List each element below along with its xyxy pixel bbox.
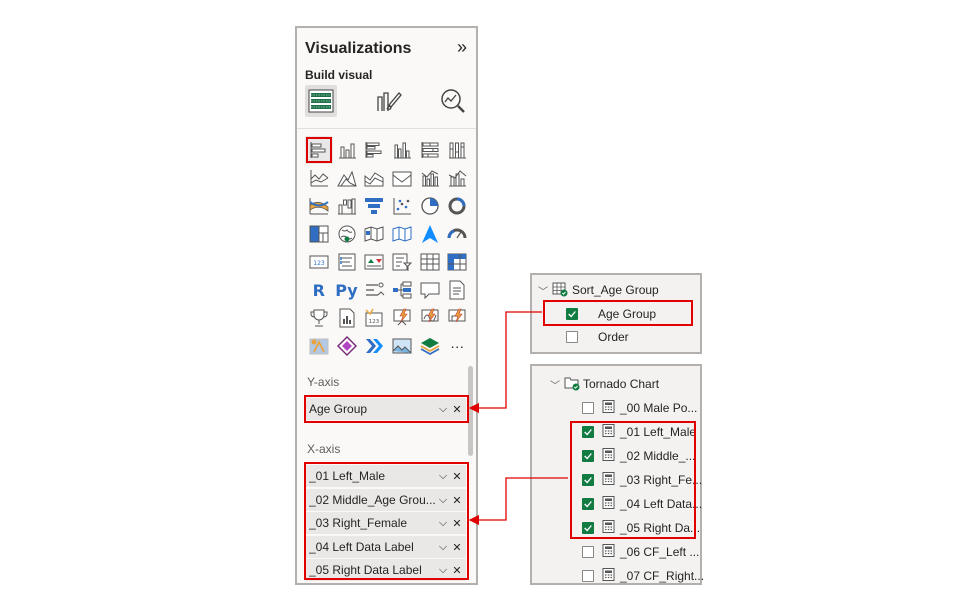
selected-measures-highlight-box (570, 421, 696, 539)
tab-format-visual[interactable] (372, 85, 404, 117)
tab-build-visual[interactable] (305, 85, 337, 117)
power-automate-visual-3[interactable] (443, 304, 471, 332)
custom-card-visual[interactable]: 123 (360, 304, 388, 332)
100-percent-column-chart-visual[interactable] (443, 136, 471, 164)
svg-text:123: 123 (369, 319, 380, 325)
ribbon-area-chart-visual[interactable] (388, 164, 416, 192)
age-group-highlight-box (543, 300, 693, 326)
y-axis-well-header: Y-axis (307, 375, 340, 389)
stacked-column-chart-visual[interactable] (333, 136, 361, 164)
y-axis-highlight-box (304, 395, 469, 423)
table-header-tornado-chart[interactable]: ﹀ Tornado Chart (548, 373, 659, 395)
power-apps-diamond-visual[interactable] (333, 332, 361, 360)
format-paintbrush-icon (377, 92, 402, 111)
field-row[interactable]: _07 CF_Right... (582, 565, 704, 587)
tornado-chart-table-panel: ﹀ Tornado Chart _00 Male Po... _01 Left_… (530, 364, 704, 587)
donut-chart-visual[interactable] (443, 192, 471, 220)
multi-row-card-visual[interactable] (333, 248, 361, 276)
kpi-visual[interactable] (360, 248, 388, 276)
calculator-icon (602, 400, 615, 416)
card-visual[interactable]: 123 (305, 248, 333, 276)
100-percent-bar-chart-visual[interactable] (416, 136, 444, 164)
more-visuals-button[interactable]: ··· (443, 332, 471, 360)
table-header-sort-age-group[interactable]: ﹀ Sort_Age Group (536, 279, 659, 301)
field-label: Order (598, 330, 629, 344)
table-name: Sort_Age Group (572, 283, 659, 297)
chevron-down-icon[interactable]: ﹀ (548, 377, 562, 392)
field-row[interactable]: _06 CF_Left ... (582, 541, 699, 563)
checkbox-unchecked[interactable] (566, 331, 578, 343)
waterfall-chart-visual[interactable] (333, 192, 361, 220)
key-influencers-visual[interactable] (360, 276, 388, 304)
stacked-area-chart-visual[interactable] (360, 164, 388, 192)
scatter-chart-visual[interactable] (388, 192, 416, 220)
power-automate-chevron-visual[interactable] (360, 332, 388, 360)
r-visual-label: R (312, 280, 325, 300)
python-visual[interactable]: Py (333, 276, 361, 304)
field-row-order[interactable]: Order (566, 326, 629, 348)
funnel-chart-visual[interactable] (360, 192, 388, 220)
power-automate-visual-2[interactable] (416, 304, 444, 332)
visualizations-pane: Visualizations » Build visual 123 R Py 1… (295, 26, 478, 585)
map-visual[interactable] (333, 220, 361, 248)
calculator-icon (602, 568, 615, 584)
azure-map-visual[interactable] (416, 220, 444, 248)
line-chart-visual[interactable] (305, 164, 333, 192)
gauge-visual[interactable] (443, 220, 471, 248)
qa-visual[interactable] (416, 276, 444, 304)
decomposition-tree-visual[interactable] (388, 276, 416, 304)
folder-table-icon (564, 375, 580, 394)
x-axis-well-header: X-axis (307, 442, 341, 456)
checkbox-unchecked[interactable] (582, 570, 594, 582)
shape-map-visual[interactable] (388, 220, 416, 248)
x-axis-highlight-box (304, 462, 469, 580)
checkbox-unchecked[interactable] (582, 546, 594, 558)
clustered-column-chart-visual[interactable] (388, 136, 416, 164)
table-name: Tornado Chart (583, 377, 660, 391)
goals-trophy-visual[interactable] (305, 304, 333, 332)
pane-divider (297, 128, 476, 129)
field-row[interactable]: _00 Male Po... (582, 397, 697, 419)
build-visual-icon (308, 89, 334, 113)
collapse-pane-button[interactable]: » (452, 38, 472, 58)
table-visual[interactable] (416, 248, 444, 276)
power-apps-visual[interactable] (305, 332, 333, 360)
matrix-visual[interactable] (443, 248, 471, 276)
python-visual-label: Py (335, 280, 358, 300)
calculator-icon (602, 544, 615, 560)
custom-layers-visual[interactable] (416, 332, 444, 360)
clustered-bar-chart-visual[interactable] (360, 136, 388, 164)
filled-map-visual[interactable] (360, 220, 388, 248)
analytics-magnifier-icon (441, 89, 465, 113)
slicer-visual[interactable] (388, 248, 416, 276)
r-script-visual[interactable]: R (305, 276, 333, 304)
image-visual[interactable] (388, 332, 416, 360)
line-stacked-column-visual[interactable] (443, 164, 471, 192)
field-label: _07 CF_Right... (620, 569, 705, 583)
pane-title: Visualizations (305, 40, 412, 57)
line-clustered-column-visual[interactable] (416, 164, 444, 192)
checkbox-unchecked[interactable] (582, 402, 594, 414)
double-chevron-right-icon: » (456, 37, 467, 57)
power-automate-visual-1[interactable] (388, 304, 416, 332)
sort-age-group-table-panel: ﹀ Sort_Age Group Age Group Order (530, 273, 702, 354)
area-chart-visual[interactable] (333, 164, 361, 192)
build-visual-label: Build visual (305, 68, 373, 82)
svg-text:123: 123 (313, 260, 325, 267)
stacked-bar-chart-visual[interactable] (305, 136, 333, 164)
smart-narrative-visual[interactable] (443, 276, 471, 304)
field-label: _00 Male Po... (620, 401, 698, 415)
table-icon (552, 281, 568, 300)
chevron-down-icon[interactable]: ﹀ (536, 283, 550, 298)
visual-gallery: 123 R Py 123 ··· (305, 136, 471, 360)
ellipsis-icon: ··· (450, 338, 465, 354)
paginated-report-visual[interactable] (333, 304, 361, 332)
ribbon-chart-visual[interactable] (305, 192, 333, 220)
pie-chart-visual[interactable] (416, 192, 444, 220)
field-label: _06 CF_Left ... (620, 545, 700, 559)
connector-arrows (468, 311, 568, 526)
tab-analytics[interactable] (437, 85, 469, 117)
treemap-visual[interactable] (305, 220, 333, 248)
